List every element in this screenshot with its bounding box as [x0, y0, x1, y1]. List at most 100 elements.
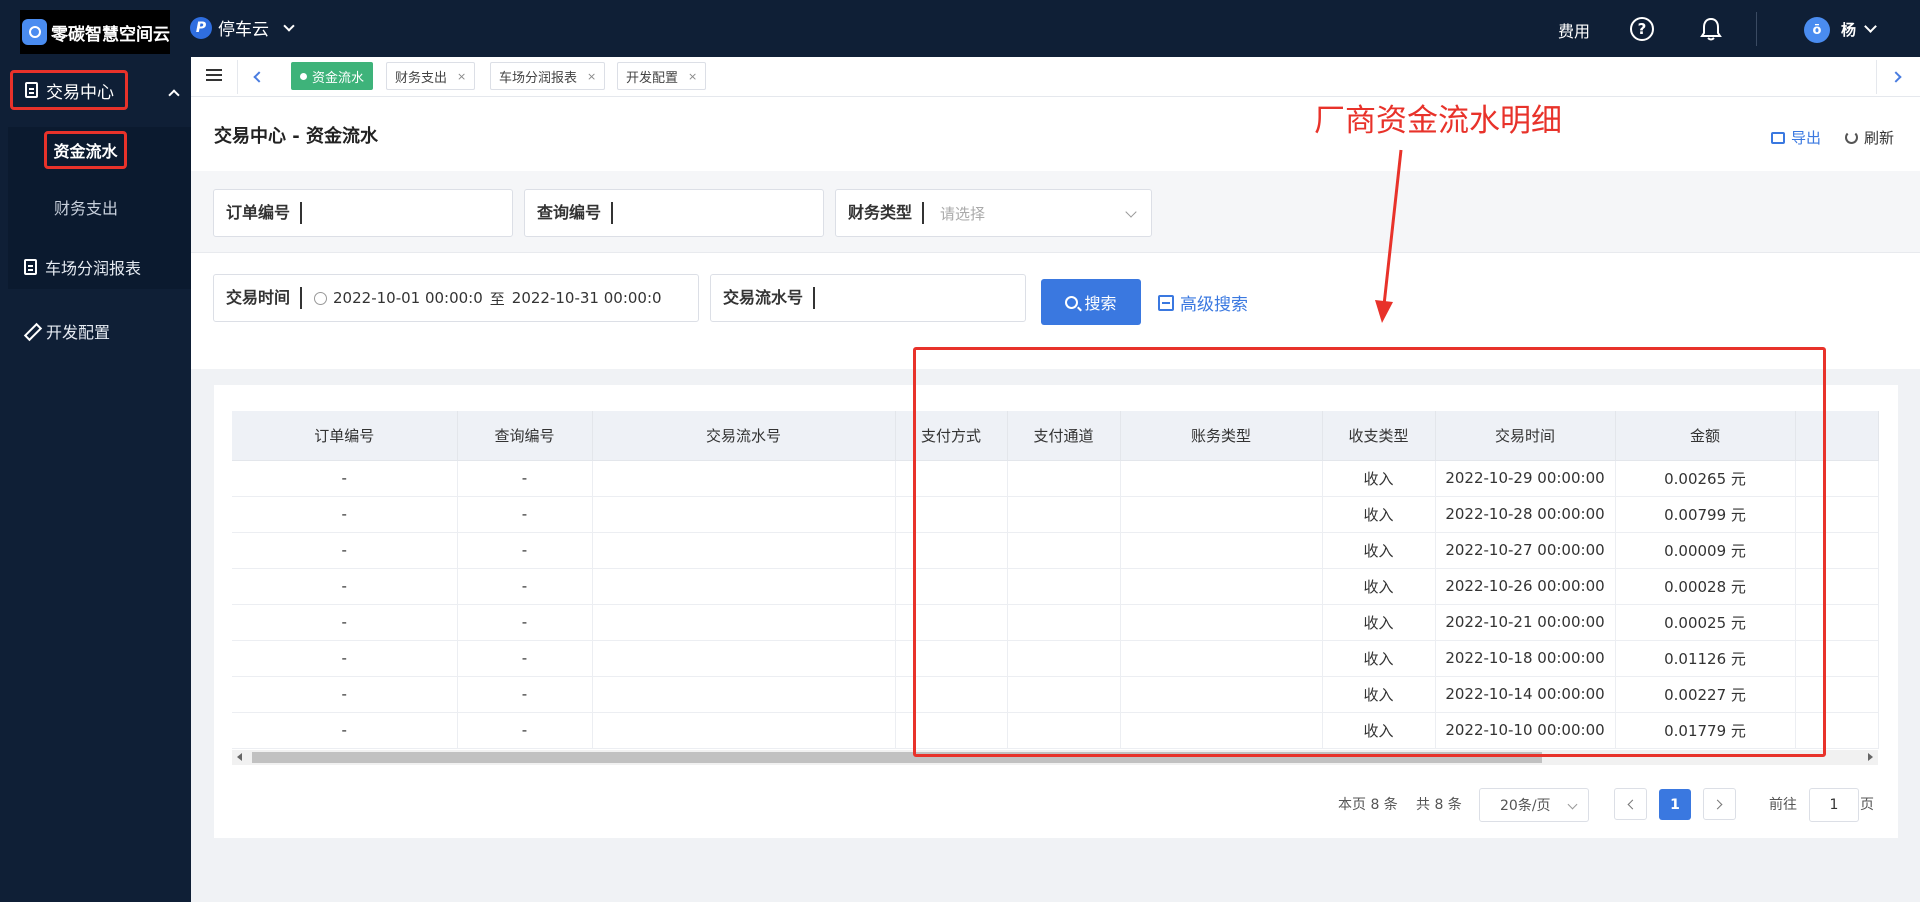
- document-icon: [24, 259, 37, 275]
- page-size-select[interactable]: 20条/页: [1479, 788, 1589, 822]
- cell-order-no: -: [232, 568, 458, 605]
- chevron-down-icon: [1567, 799, 1578, 810]
- order-no-field[interactable]: 订单编号: [213, 189, 513, 237]
- tabs-scroll-left-icon[interactable]: [253, 71, 265, 83]
- cell-order-no: -: [232, 460, 458, 497]
- close-icon[interactable]: ×: [587, 70, 596, 83]
- cell-query-no: -: [457, 712, 593, 749]
- trade-time-range[interactable]: 交易时间 2022-10-01 00:00:0 至 2022-10-31 00:…: [213, 274, 699, 322]
- tabs-divider: [237, 60, 238, 94]
- trade-serial-label: 交易流水号: [723, 287, 816, 309]
- chevron-down-icon: [1125, 206, 1137, 218]
- cell-query-no: -: [457, 604, 593, 641]
- refresh-button[interactable]: 刷新: [1845, 127, 1894, 148]
- product-switcher[interactable]: P 停车云: [190, 15, 295, 40]
- goto-page-input[interactable]: 1: [1809, 788, 1859, 822]
- title-row: 交易中心 - 资金流水: [191, 97, 1920, 171]
- page-title: 交易中心 - 资金流水: [214, 126, 379, 147]
- sidebar-group-label: 交易中心: [46, 82, 114, 103]
- trade-serial-field[interactable]: 交易流水号: [710, 274, 1026, 322]
- cell-trade-serial: [592, 640, 896, 677]
- sidebar-item-finance-expense[interactable]: 财务支出: [54, 195, 118, 219]
- prev-page-button[interactable]: [1614, 788, 1647, 820]
- chevron-up-icon[interactable]: [168, 89, 180, 101]
- trade-time-end[interactable]: 2022-10-31 00:00:0: [512, 289, 662, 307]
- bell-icon[interactable]: [1700, 16, 1722, 42]
- tabs-scroll-right-icon[interactable]: [1890, 71, 1902, 83]
- sidebar-item-fund-flow[interactable]: 资金流水: [44, 131, 127, 169]
- advanced-search-toggle[interactable]: 高级搜索: [1158, 290, 1248, 315]
- total-count-text: 共 8 条: [1416, 797, 1462, 813]
- cell-query-no: -: [457, 568, 593, 605]
- trade-time-separator: 至: [489, 289, 505, 308]
- logo-icon: [22, 19, 47, 45]
- finance-type-select[interactable]: 财务类型 请选择: [835, 189, 1152, 237]
- cell-order-no: -: [232, 604, 458, 641]
- parking-icon: P: [190, 16, 212, 39]
- query-no-field[interactable]: 查询编号: [524, 189, 824, 237]
- product-name: 停车云: [218, 20, 269, 40]
- avatar[interactable]: ō: [1804, 17, 1830, 43]
- cell-trade-serial: [592, 604, 896, 641]
- search-icon: [1065, 295, 1079, 309]
- tabs-bar: 资金流水 财务支出 × 车场分润报表 × 开发配置 ×: [191, 57, 1920, 97]
- logo-text: 零碳智慧空间云: [51, 24, 170, 45]
- cell-order-no: -: [232, 712, 458, 749]
- user-name[interactable]: 杨: [1841, 19, 1856, 40]
- export-button[interactable]: 导出: [1771, 127, 1821, 148]
- collapse-icon: [1158, 294, 1174, 311]
- finance-type-placeholder: 请选择: [940, 204, 986, 223]
- cell-trade-serial: [592, 676, 896, 713]
- fee-link[interactable]: 费用: [1558, 18, 1590, 42]
- pen-icon: [24, 324, 38, 338]
- cell-query-no: -: [457, 676, 593, 713]
- goto-prefix: 前往: [1769, 797, 1797, 813]
- tab-dev-config[interactable]: 开发配置 ×: [617, 62, 707, 90]
- close-icon[interactable]: ×: [688, 70, 697, 83]
- cell-trade-serial: [592, 532, 896, 569]
- active-dot-icon: [300, 72, 307, 80]
- clock-icon: [314, 291, 328, 305]
- cell-order-no: -: [232, 532, 458, 569]
- cell-trade-serial: [592, 460, 896, 497]
- goto-suffix: 页: [1860, 797, 1874, 813]
- search-button[interactable]: 搜索: [1041, 279, 1141, 325]
- cell-trade-serial: [592, 712, 896, 749]
- col-header-order-no[interactable]: 订单编号: [232, 411, 458, 461]
- sidebar-item-profit-report[interactable]: 车场分润报表: [24, 255, 141, 279]
- chevron-down-icon: [283, 19, 295, 32]
- next-page-button[interactable]: [1703, 788, 1736, 820]
- help-icon[interactable]: ?: [1630, 17, 1654, 41]
- scroll-right-icon[interactable]: [1868, 753, 1873, 761]
- document-icon: [25, 82, 38, 98]
- app-logo[interactable]: 零碳智慧空间云: [20, 10, 170, 54]
- sidebar-item-dev-config[interactable]: 开发配置: [24, 319, 110, 343]
- top-bar: 零碳智慧空间云 P 停车云 费用 ? ō 杨: [0, 0, 1920, 57]
- page-count-text: 本页 8 条: [1338, 797, 1398, 813]
- trade-time-start[interactable]: 2022-10-01 00:00:0: [333, 289, 483, 307]
- close-icon[interactable]: ×: [457, 70, 466, 83]
- finance-type-label: 财务类型: [848, 202, 925, 224]
- tabs-divider: [1876, 60, 1877, 94]
- scroll-left-icon[interactable]: [237, 753, 242, 761]
- sidebar-group-trade-center[interactable]: 交易中心: [10, 70, 128, 110]
- cell-query-no: -: [457, 640, 593, 677]
- chevron-left-icon: [1627, 799, 1638, 810]
- page-number-current[interactable]: 1: [1659, 789, 1691, 820]
- col-header-trade-serial[interactable]: 交易流水号: [592, 411, 896, 461]
- tab-finance-expense[interactable]: 财务支出 ×: [386, 62, 476, 90]
- annotation-highlight-box: [913, 347, 1826, 757]
- cell-trade-serial: [592, 568, 896, 605]
- user-menu-chevron-icon[interactable]: [1864, 20, 1877, 33]
- tab-profit-report[interactable]: 车场分润报表 ×: [490, 62, 606, 90]
- menu-toggle-icon[interactable]: [206, 69, 222, 81]
- header-divider: [1756, 12, 1757, 46]
- refresh-icon: [1845, 131, 1858, 144]
- tab-fund-flow[interactable]: 资金流水: [291, 62, 374, 90]
- printer-icon: [1771, 131, 1785, 144]
- trade-time-label: 交易时间: [226, 287, 303, 309]
- cell-order-no: -: [232, 496, 458, 533]
- chevron-right-icon: [1712, 799, 1723, 810]
- cell-query-no: -: [457, 460, 593, 497]
- col-header-query-no[interactable]: 查询编号: [457, 411, 593, 461]
